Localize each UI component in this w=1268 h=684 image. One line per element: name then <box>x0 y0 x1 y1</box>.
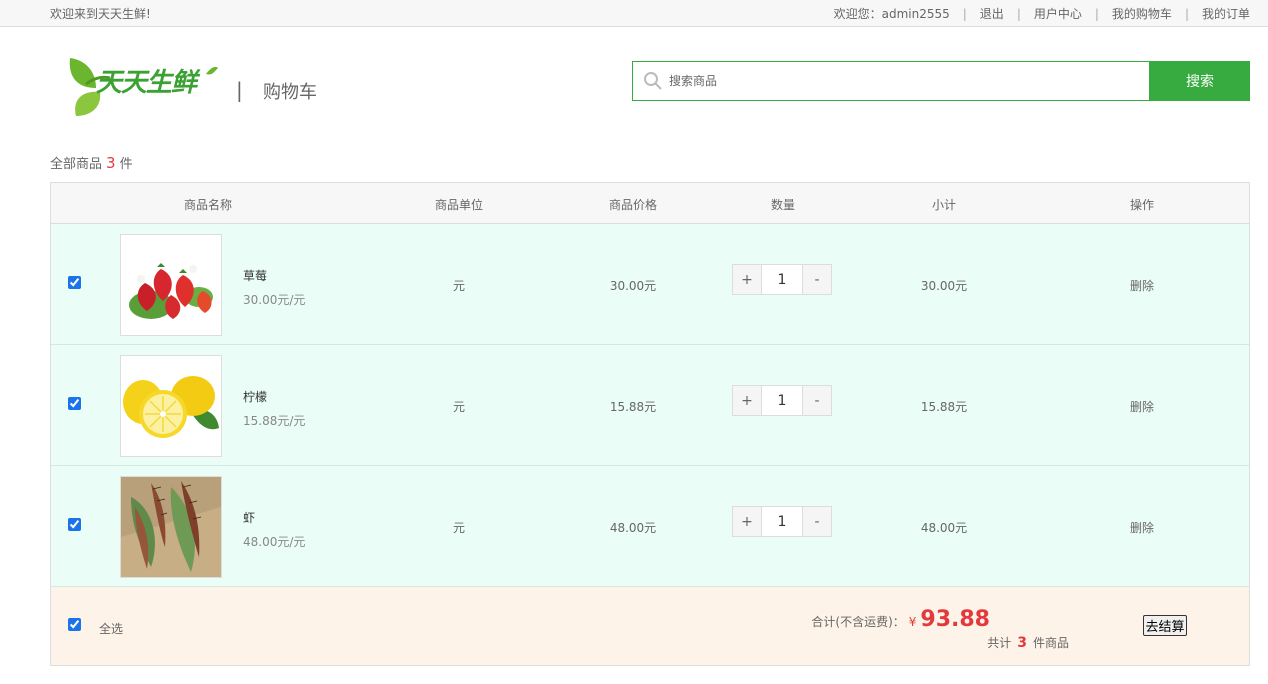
user-center-link[interactable]: 用户中心 <box>1034 5 1082 22</box>
product-image-shrimp[interactable] <box>120 476 222 578</box>
cart-footer: 全选 合计(不含运费)： ¥ 93.88 共计 3 件商品 去结算 <box>51 587 1249 665</box>
my-cart-link[interactable]: 我的购物车 <box>1112 5 1172 22</box>
my-orders-link[interactable]: 我的订单 <box>1202 5 1250 22</box>
summary-suffix: 件 <box>119 157 133 172</box>
items-suffix: 件商品 <box>1032 636 1069 650</box>
qty-decrease-button[interactable]: - <box>802 264 832 295</box>
search-box <box>632 61 1150 101</box>
select-all-checkbox[interactable] <box>68 618 81 631</box>
qty-increase-button[interactable]: + <box>732 385 762 416</box>
currency-symbol: ¥ <box>908 615 917 629</box>
product-price: 15.88元 <box>609 400 657 414</box>
top-bar: 欢迎来到天天生鲜! 欢迎您：admin2555 | 退出 | 用户中心 | 我的… <box>0 0 1268 27</box>
product-price: 48.00元 <box>609 521 657 535</box>
row-subtotal: 30.00元 <box>920 279 968 293</box>
search-input[interactable] <box>669 62 1139 100</box>
product-unit: 元 <box>452 521 466 535</box>
row-checkbox[interactable] <box>68 276 81 289</box>
shrimp-image <box>121 477 221 577</box>
divider: | <box>1184 6 1189 21</box>
col-header-price: 商品价格 <box>608 198 658 212</box>
select-all-label[interactable]: 全选 <box>99 620 123 637</box>
qty-input[interactable]: 1 <box>762 264 802 295</box>
row-checkbox[interactable] <box>68 397 81 410</box>
total-amount: 93.88 <box>920 607 990 632</box>
divider: | <box>962 6 967 21</box>
product-image-strawberry[interactable] <box>120 234 222 336</box>
col-header-unit: 商品单位 <box>434 198 484 212</box>
logout-link[interactable]: 退出 <box>980 5 1004 22</box>
qty-input[interactable]: 1 <box>762 506 802 537</box>
quantity-stepper: + 1 - <box>732 264 832 295</box>
row-subtotal: 15.88元 <box>920 400 968 414</box>
quantity-stepper: + 1 - <box>732 506 832 537</box>
total-price: 合计(不含运费)： ¥ 93.88 <box>811 607 990 632</box>
row-subtotal: 48.00元 <box>920 521 968 535</box>
product-name[interactable]: 柠檬 <box>243 388 267 405</box>
product-unit-price: 15.88元/元 <box>243 414 306 428</box>
items-count: 3 <box>1017 635 1027 651</box>
product-unit: 元 <box>452 400 466 414</box>
qty-decrease-button[interactable]: - <box>802 385 832 416</box>
user-greeting: 欢迎您：admin2555 <box>833 7 950 21</box>
table-header: 商品名称 商品单位 商品价格 数量 小计 操作 <box>51 183 1249 224</box>
product-unit: 元 <box>452 279 466 293</box>
qty-decrease-button[interactable]: - <box>802 506 832 537</box>
product-image-lemon[interactable] <box>120 355 222 457</box>
col-header-subtotal: 小计 <box>931 198 957 212</box>
qty-input[interactable]: 1 <box>762 385 802 416</box>
items-prefix: 共计 <box>987 636 1012 650</box>
user-links: 欢迎您：admin2555 | 退出 | 用户中心 | 我的购物车 | 我的订单 <box>834 5 1250 22</box>
checkout-button[interactable]: 去结算 <box>1143 615 1187 636</box>
summary-count: 3 <box>106 154 116 172</box>
col-header-qty: 数量 <box>770 198 796 212</box>
product-unit-price: 48.00元/元 <box>243 535 306 549</box>
table-row: 虾 48.00元/元 元 48.00元 + 1 - 48.00元 删除 <box>51 466 1249 587</box>
col-header-action: 操作 <box>1129 198 1155 212</box>
qty-increase-button[interactable]: + <box>732 506 762 537</box>
delete-link[interactable]: 删除 <box>1130 398 1154 415</box>
search-button[interactable]: 搜索 <box>1150 61 1250 101</box>
table-row: 柠檬 15.88元/元 元 15.88元 + 1 - 15.88元 删除 <box>51 345 1249 466</box>
divider: | <box>1016 6 1021 21</box>
delete-link[interactable]: 删除 <box>1130 519 1154 536</box>
strawberry-image <box>121 235 221 335</box>
product-unit-price: 30.00元/元 <box>243 293 306 307</box>
header-divider: | <box>236 78 243 102</box>
search-icon <box>644 72 662 90</box>
total-label: 合计(不含运费)： <box>811 615 905 629</box>
divider: | <box>1094 6 1099 21</box>
col-header-name: 商品名称 <box>183 198 233 212</box>
qty-increase-button[interactable]: + <box>732 264 762 295</box>
total-items: 共计 3 件商品 <box>987 634 1069 651</box>
cart-summary: 全部商品 3 件 <box>50 153 133 172</box>
page-title: 购物车 <box>263 82 317 103</box>
summary-prefix: 全部商品 <box>50 157 103 172</box>
delete-link[interactable]: 删除 <box>1130 277 1154 294</box>
lemon-image <box>121 356 221 456</box>
welcome-text: 欢迎来到天天生鲜! <box>50 7 151 21</box>
quantity-stepper: + 1 - <box>732 385 832 416</box>
row-checkbox[interactable] <box>68 518 81 531</box>
product-name[interactable]: 草莓 <box>243 267 267 284</box>
table-row: 草莓 30.00元/元 元 30.00元 + 1 - 30.00元 删除 <box>51 224 1249 345</box>
product-name[interactable]: 虾 <box>243 509 255 526</box>
logo-text: 天天生鲜 <box>96 68 197 98</box>
product-price: 30.00元 <box>609 279 657 293</box>
cart-table: 商品名称 商品单位 商品价格 数量 小计 操作 草莓 30.00元/元 元 30… <box>50 182 1250 666</box>
